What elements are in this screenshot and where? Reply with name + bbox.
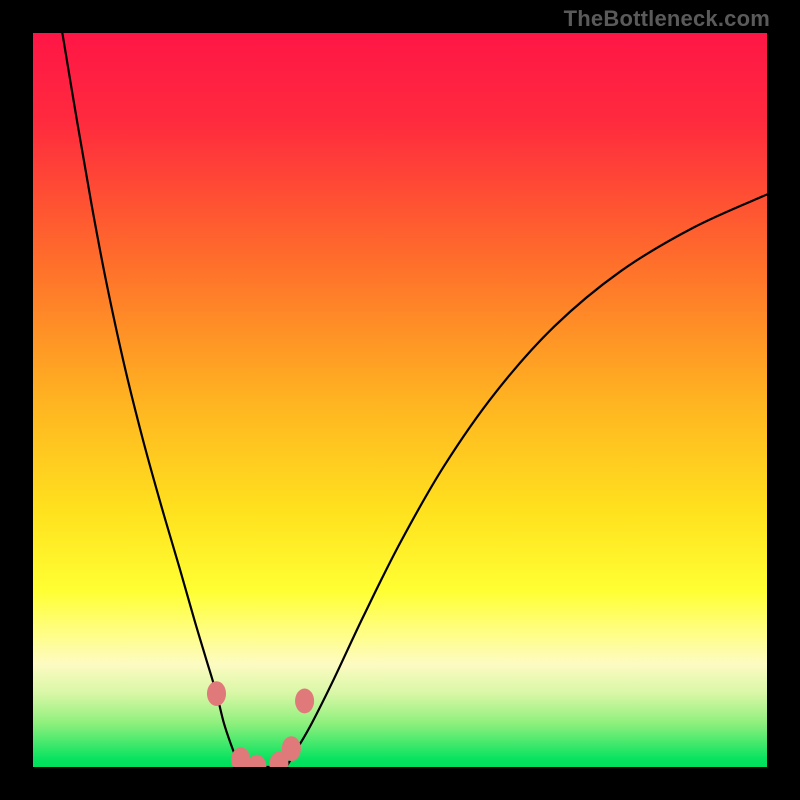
plot-area [33, 33, 767, 767]
chart-frame: TheBottleneck.com [0, 0, 800, 800]
watermark-text: TheBottleneck.com [564, 6, 770, 32]
background-gradient [33, 33, 767, 767]
